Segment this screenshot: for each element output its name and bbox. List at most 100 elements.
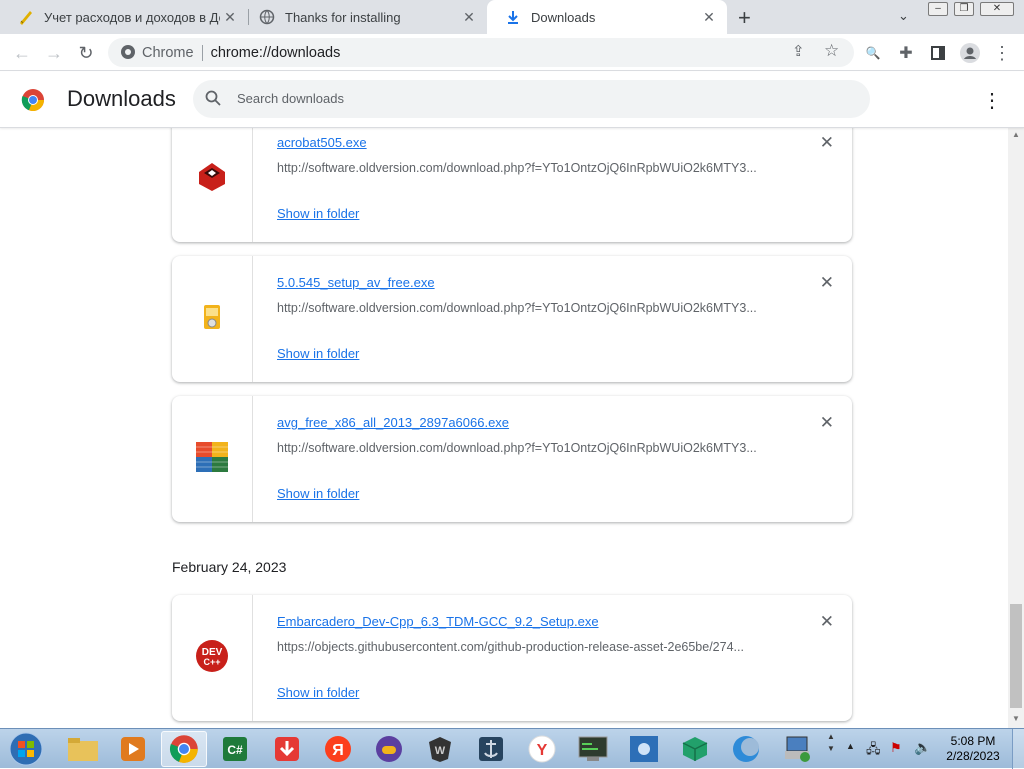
- taskbar-scroll-icon[interactable]: ▲ ▼: [826, 731, 836, 767]
- installer-taskbar-icon[interactable]: [775, 731, 821, 767]
- close-tab-icon[interactable]: ✕: [459, 9, 479, 26]
- tab-strip: Учет расходов и доходов в Дома ✕ Thanks …: [0, 0, 1024, 34]
- network-tray-icon[interactable]: 🖧: [866, 740, 881, 762]
- minimize-icon[interactable]: –: [928, 2, 948, 16]
- downloader-icon[interactable]: [264, 731, 310, 767]
- remove-icon[interactable]: ✕: [820, 133, 834, 153]
- source-url[interactable]: https://objects.githubusercontent.com/gi…: [277, 640, 787, 654]
- toolbar: ← → ↻ Chrome chrome://downloads ⇪ ☆ 🔍 ✚ …: [0, 34, 1024, 71]
- source-url[interactable]: http://software.oldversion.com/download.…: [277, 441, 787, 455]
- tab-downloads[interactable]: Downloads ✕: [487, 0, 727, 34]
- source-url[interactable]: http://software.oldversion.com/download.…: [277, 301, 787, 315]
- media-player-icon[interactable]: [110, 731, 156, 767]
- yandex-icon[interactable]: Y: [519, 731, 565, 767]
- page-title: Downloads: [67, 86, 176, 111]
- yandex-browser-icon[interactable]: Я: [315, 731, 361, 767]
- close-tab-icon[interactable]: ✕: [699, 9, 719, 26]
- browser-menu-icon[interactable]: ⋮: [989, 40, 1015, 66]
- downloads-header: Downloads Search downloads ⋮: [0, 72, 1024, 128]
- network-tool-icon[interactable]: [621, 731, 667, 767]
- more-actions-icon[interactable]: ⋮: [982, 88, 1002, 113]
- site-chip: Chrome: [142, 44, 194, 61]
- download-item: acrobat505.exe http://software.oldversio…: [172, 128, 852, 242]
- ruler-icon: [18, 9, 34, 25]
- remove-icon[interactable]: ✕: [820, 273, 834, 293]
- file-icon-column: [172, 128, 253, 242]
- console-app-icon[interactable]: [570, 731, 616, 767]
- tab-title: Учет расходов и доходов в Дома: [44, 9, 220, 25]
- file-explorer-icon[interactable]: [60, 731, 106, 767]
- download-item: 5.0.545_setup_av_free.exe http://softwar…: [172, 256, 852, 382]
- address-bar[interactable]: Chrome chrome://downloads ⇪ ☆: [108, 38, 854, 67]
- forward-icon[interactable]: →: [41, 40, 67, 66]
- file-icon-column: DEV C++: [172, 595, 253, 721]
- omnibox-divider: [201, 44, 203, 61]
- svg-text:Y: Y: [537, 742, 548, 759]
- profile-avatar-icon[interactable]: [957, 40, 983, 66]
- start-button[interactable]: [2, 731, 50, 767]
- show-in-folder-link[interactable]: Show in folder: [277, 685, 359, 700]
- url-text[interactable]: chrome://downloads: [211, 45, 341, 61]
- file-icon-column: [172, 256, 253, 382]
- new-tab-icon[interactable]: +: [738, 5, 751, 31]
- extension-search-icon[interactable]: 🔍: [860, 40, 886, 66]
- scrollbar-thumb[interactable]: [1010, 604, 1022, 708]
- chrome-icon: [120, 44, 136, 64]
- chrome-taskbar-icon[interactable]: [161, 731, 207, 767]
- tab-title: Thanks for installing: [285, 9, 401, 25]
- svg-text:W: W: [435, 745, 446, 757]
- clock-date: 2/28/2023: [946, 749, 1000, 763]
- date-group-header: February 24, 2023: [172, 559, 287, 575]
- moon-app-icon[interactable]: [723, 731, 769, 767]
- show-in-folder-link[interactable]: Show in folder: [277, 486, 359, 501]
- tab-thanks[interactable]: Thanks for installing ✕: [241, 0, 487, 34]
- show-in-folder-link[interactable]: Show in folder: [277, 206, 359, 221]
- tab-expenses[interactable]: Учет расходов и доходов в Дома ✕: [0, 0, 248, 34]
- file-name-link[interactable]: Embarcadero_Dev-Cpp_6.3_TDM-GCC_9.2_Setu…: [277, 614, 599, 629]
- csharp-ide-icon[interactable]: C#: [212, 731, 258, 767]
- tab-search-icon[interactable]: ⌄: [898, 8, 909, 24]
- restore-icon[interactable]: ❐: [954, 2, 974, 16]
- download-icon: [505, 9, 521, 25]
- system-clock[interactable]: 5:08 PM 2/28/2023: [938, 734, 1008, 764]
- svg-text:C++: C++: [203, 657, 220, 667]
- close-window-icon[interactable]: ✕: [980, 2, 1014, 16]
- search-downloads-input[interactable]: Search downloads: [193, 80, 870, 118]
- avg-icon: [196, 441, 228, 477]
- side-panel-icon[interactable]: [925, 40, 951, 66]
- scroll-up-icon[interactable]: ▲: [1012, 130, 1020, 139]
- tray-overflow-icon[interactable]: ▲: [846, 741, 855, 751]
- installer-icon: [201, 303, 223, 336]
- share-icon[interactable]: ⇪: [792, 42, 805, 60]
- file-name-link[interactable]: 5.0.545_setup_av_free.exe: [277, 275, 435, 290]
- remove-icon[interactable]: ✕: [820, 413, 834, 433]
- dev-cpp-icon: DEV C++: [196, 639, 228, 677]
- reload-icon[interactable]: ↻: [73, 40, 99, 66]
- show-in-folder-link[interactable]: Show in folder: [277, 346, 359, 361]
- source-url[interactable]: http://software.oldversion.com/download.…: [277, 161, 787, 175]
- remove-icon[interactable]: ✕: [820, 612, 834, 632]
- taskbar: C# Я W Y ▲ ▼ ▲ 🖧 ⚑ 🔈 5:08 PM 2/28/2023: [0, 728, 1024, 769]
- download-item: DEV C++ Embarcadero_Dev-Cpp_6.3_TDM-GCC_9…: [172, 595, 852, 721]
- show-desktop-button[interactable]: [1012, 729, 1024, 769]
- clock-time: 5:08 PM: [950, 734, 996, 748]
- world-of-warships-icon[interactable]: [468, 731, 514, 767]
- volume-icon[interactable]: 🔈: [914, 739, 931, 756]
- close-tab-icon[interactable]: ✕: [220, 9, 240, 26]
- bookmark-star-icon[interactable]: ☆: [824, 41, 839, 61]
- downloads-list: acrobat505.exe http://software.oldversio…: [0, 128, 1008, 728]
- file-name-link[interactable]: avg_free_x86_all_2013_2897a6066.exe: [277, 415, 509, 430]
- extensions-puzzle-icon[interactable]: ✚: [893, 40, 919, 66]
- 3d-box-icon[interactable]: [672, 731, 718, 767]
- file-name-link[interactable]: acrobat505.exe: [277, 135, 367, 150]
- chrome-logo-icon: [21, 88, 45, 117]
- acrobat-installer-icon: [198, 162, 226, 197]
- back-icon[interactable]: ←: [9, 40, 35, 66]
- svg-text:Я: Я: [332, 742, 344, 759]
- action-center-icon[interactable]: ⚑: [890, 740, 902, 756]
- game-center-icon[interactable]: [366, 731, 412, 767]
- search-placeholder: Search downloads: [237, 91, 344, 106]
- download-item: avg_free_x86_all_2013_2897a6066.exe http…: [172, 396, 852, 522]
- scroll-down-icon[interactable]: ▼: [1012, 714, 1020, 723]
- world-of-tanks-icon[interactable]: W: [417, 731, 463, 767]
